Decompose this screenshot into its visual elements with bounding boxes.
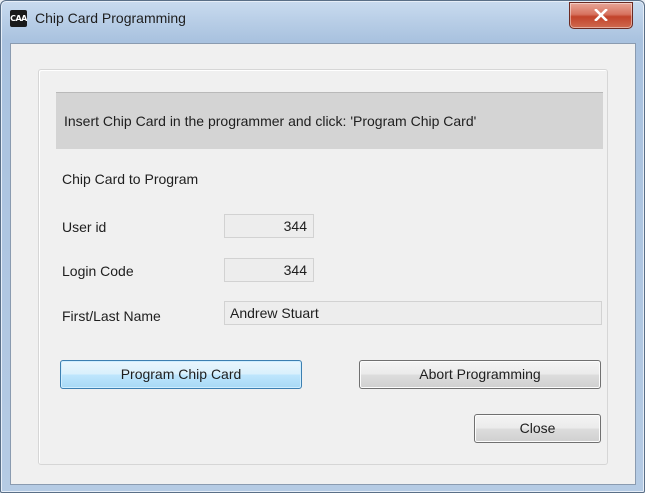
name-field: Andrew Stuart	[224, 301, 602, 325]
close-icon	[594, 9, 608, 21]
user-id-label: User id	[62, 219, 107, 235]
dialog-window: CAA Chip Card Programming Insert Chip Ca…	[0, 0, 645, 493]
instruction-text: Insert Chip Card in the programmer and c…	[64, 113, 477, 129]
window-close-button[interactable]	[569, 2, 633, 29]
program-chip-card-button[interactable]: Program Chip Card	[60, 360, 302, 389]
title-bar[interactable]: CAA Chip Card Programming	[1, 1, 644, 43]
name-label: First/Last Name	[62, 308, 161, 324]
close-button[interactable]: Close	[474, 414, 601, 443]
login-code-label: Login Code	[62, 263, 134, 279]
login-code-field: 344	[224, 258, 314, 282]
instruction-banner: Insert Chip Card in the programmer and c…	[56, 92, 603, 149]
window-title: Chip Card Programming	[35, 10, 186, 26]
abort-programming-button[interactable]: Abort Programming	[359, 360, 601, 389]
user-id-field: 344	[224, 214, 314, 238]
section-heading: Chip Card to Program	[62, 171, 199, 187]
dialog-client-area: Insert Chip Card in the programmer and c…	[10, 43, 636, 485]
app-logo-icon: CAA	[10, 10, 27, 27]
